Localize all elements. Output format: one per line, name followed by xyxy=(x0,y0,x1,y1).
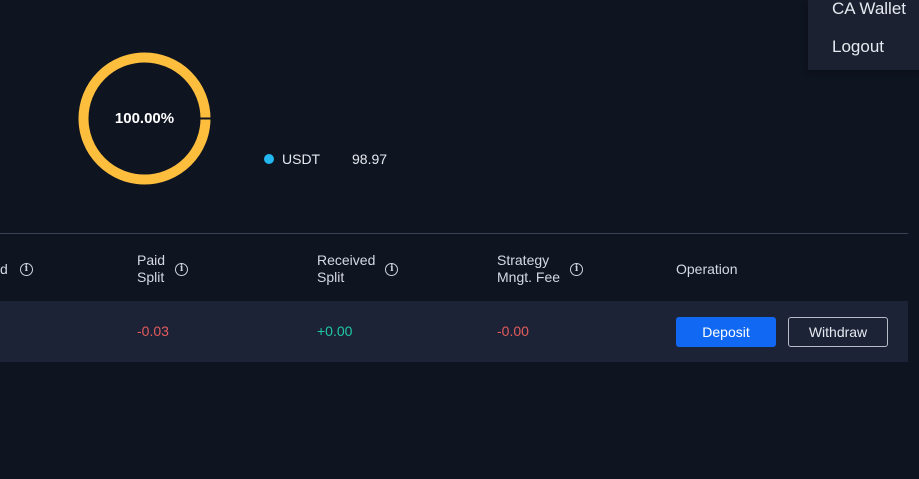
section-divider xyxy=(0,233,908,234)
portfolio-page: 100.00% USDT 98.97 CA Wallet Logout d i … xyxy=(0,0,919,479)
header-strategy-fee: Strategy Mngt. Fee i xyxy=(497,251,584,287)
header-received-split-line2: Split xyxy=(317,269,345,285)
legend-asset-name: USDT xyxy=(282,151,321,167)
header-strategy-fee-line1: Strategy xyxy=(497,252,550,268)
info-icon[interactable]: i xyxy=(175,262,189,276)
header-operation-label: Operation xyxy=(676,260,738,277)
cell-strategy-fee: -0.00 xyxy=(497,323,529,339)
table-row: -0.03 +0.00 -0.00 Deposit Withdraw xyxy=(0,301,908,362)
legend-asset-value: 98.97 xyxy=(352,151,388,167)
header-strategy-fee-label: Strategy Mngt. Fee xyxy=(497,252,560,286)
info-icon[interactable]: i xyxy=(385,262,399,276)
info-icon[interactable]: i xyxy=(19,262,33,276)
header-paid-split-line1: Paid xyxy=(137,252,166,268)
menu-item-logout[interactable]: Logout xyxy=(832,37,884,57)
menu-item-ca-wallet[interactable]: CA Wallet xyxy=(832,0,906,19)
header-paid-split: Paid Split i xyxy=(137,251,189,287)
deposit-button[interactable]: Deposit xyxy=(676,317,776,347)
cell-paid-split: -0.03 xyxy=(137,323,169,339)
header-paid-split-line2: Split xyxy=(137,269,165,285)
header-received-split: Received Split i xyxy=(317,251,399,287)
allocation-donut-chart: 100.00% xyxy=(77,51,212,186)
info-icon[interactable]: i xyxy=(570,262,584,276)
donut-percent-label: 100.00% xyxy=(114,110,175,127)
legend-color-dot xyxy=(264,154,274,164)
user-dropdown-menu: CA Wallet Logout xyxy=(808,0,919,70)
header-received-split-line1: Received xyxy=(317,252,376,268)
header-operation: Operation xyxy=(676,251,737,287)
withdraw-button[interactable]: Withdraw xyxy=(788,317,888,347)
allocation-legend-item: USDT 98.97 xyxy=(264,150,387,168)
header-received-split-label: Received Split xyxy=(317,252,375,286)
header-partial-label: d xyxy=(0,260,8,277)
cell-received-split: +0.00 xyxy=(317,323,353,339)
header-partial-column: d i xyxy=(0,251,33,287)
header-strategy-fee-line2: Mngt. Fee xyxy=(497,269,561,285)
header-paid-split-label: Paid Split xyxy=(137,252,165,286)
